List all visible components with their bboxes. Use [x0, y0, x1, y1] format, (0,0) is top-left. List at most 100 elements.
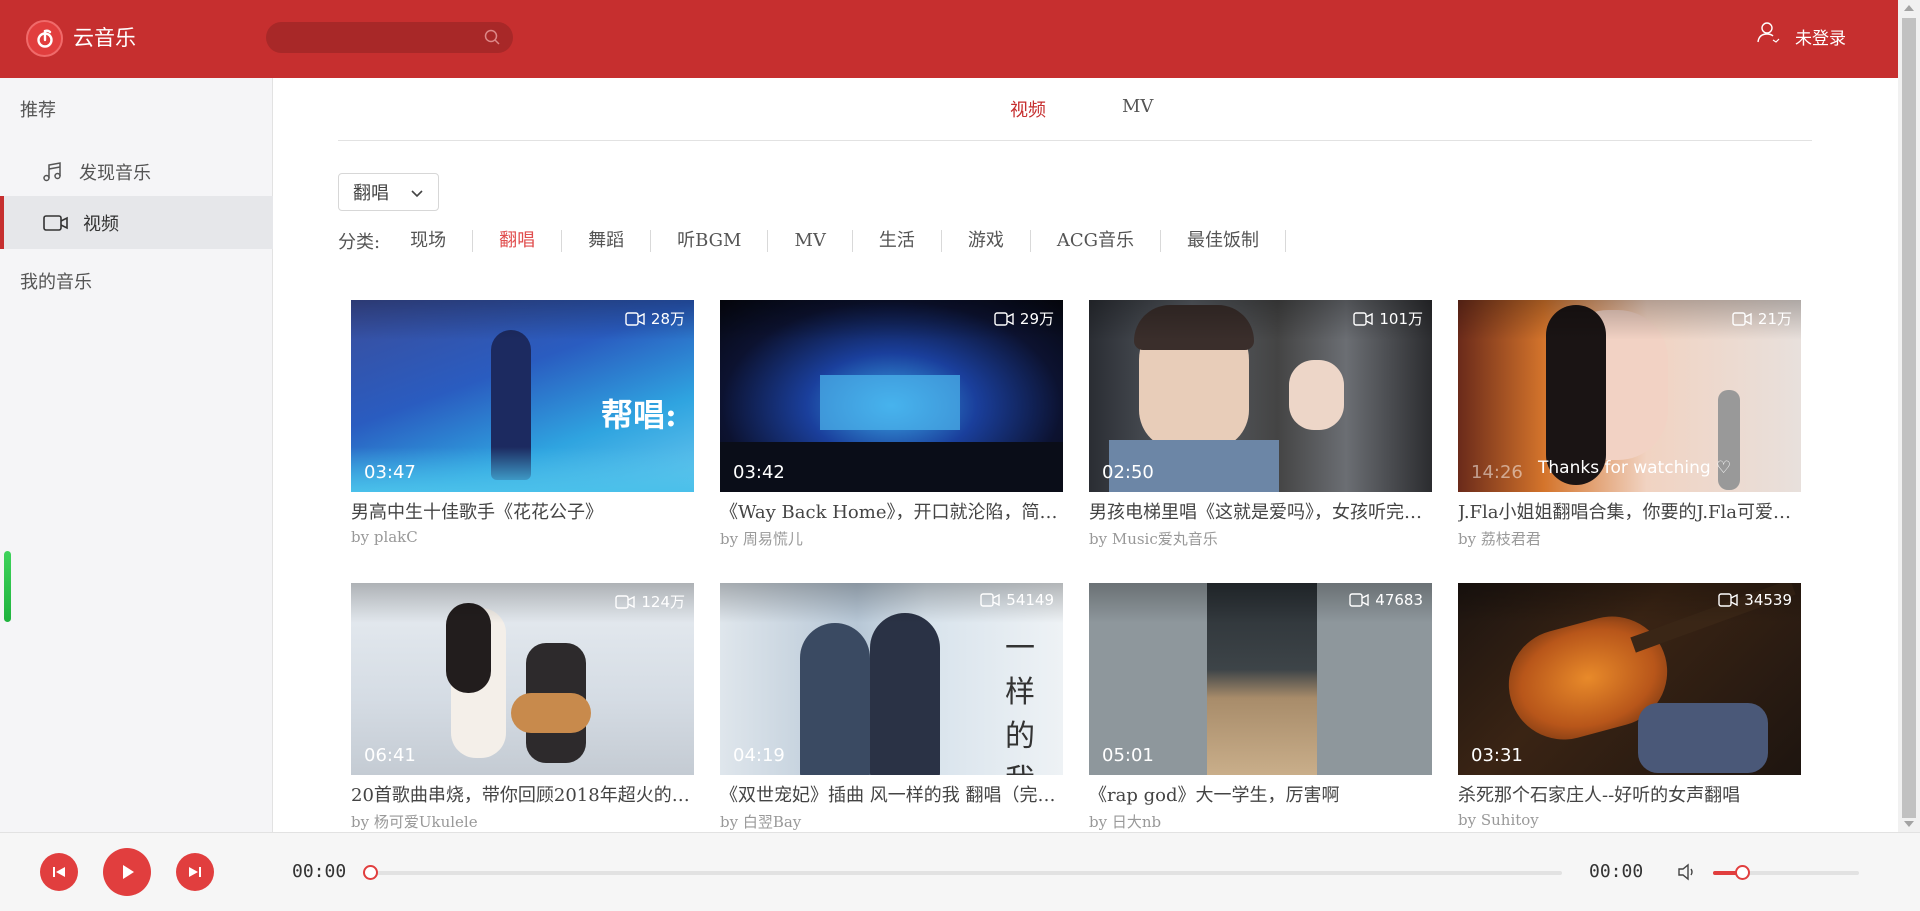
scroll-down-arrow-icon[interactable]: [1904, 821, 1914, 827]
category-acg[interactable]: ACG音乐: [1031, 230, 1162, 252]
video-thumbnail[interactable]: 124万 06:41: [351, 583, 694, 775]
play-count: 21万: [1732, 308, 1792, 329]
video-author[interactable]: by Suhitoy: [1458, 811, 1801, 829]
video-duration: 04:19: [733, 745, 785, 766]
category-game[interactable]: 游戏: [942, 230, 1031, 252]
video-thumbnail[interactable]: 一样的我 54149 04:19: [720, 583, 1063, 775]
video-tabs: 视频 MV: [338, 78, 1812, 141]
video-title[interactable]: J.Fla小姐姐翻唱合集，你要的J.Fla可爱翻唱都在这: [1458, 498, 1801, 524]
video-duration: 03:47: [364, 462, 416, 483]
sidebar-item-label: 发现音乐: [79, 162, 151, 184]
video-card[interactable]: 34539 03:31 杀死那个石家庄人--好听的女声翻唱 by Suhitoy: [1458, 583, 1801, 829]
video-author[interactable]: by plakC: [351, 528, 694, 546]
video-thumbnail[interactable]: 帮唱: 28万 03:47: [351, 300, 694, 492]
play-count: 54149: [980, 591, 1054, 609]
sidebar-section-my-music[interactable]: 我的音乐: [20, 268, 92, 294]
skip-back-icon: [53, 867, 65, 877]
video-camera-icon: [41, 214, 71, 232]
video-thumbnail[interactable]: 101万 02:50: [1089, 300, 1432, 492]
video-title[interactable]: 《Way Back Home》，开口就沦陷，简直太好听了: [720, 498, 1063, 524]
video-camera-icon: [1349, 593, 1369, 607]
category-live[interactable]: 现场: [410, 230, 474, 252]
volume-icon[interactable]: [1677, 863, 1697, 885]
category-bgm[interactable]: 听BGM: [651, 230, 769, 252]
category-cover[interactable]: 翻唱: [473, 230, 563, 252]
netease-logo-icon[interactable]: [26, 20, 63, 57]
play-icon: [123, 865, 134, 879]
sidebar-item-label: 视频: [83, 213, 119, 235]
video-duration: 05:01: [1102, 745, 1154, 766]
sidebar-item-video[interactable]: 视频: [0, 196, 273, 249]
video-camera-icon: [625, 311, 645, 326]
search-input[interactable]: [266, 22, 513, 53]
video-card[interactable]: 124万 06:41 20首歌曲串烧，带你回顾2018年超火的抖音神曲 by 杨…: [351, 583, 694, 832]
player-bar: 00:00 00:00: [0, 832, 1920, 911]
scrollbar-thumb[interactable]: [1902, 18, 1916, 818]
category-mv[interactable]: MV: [768, 230, 853, 252]
login-link[interactable]: 未登录: [1795, 24, 1846, 49]
video-card[interactable]: 101万 02:50 男孩电梯里唱《这就是爱吗》，女孩听完的反应 by Musi…: [1089, 300, 1432, 549]
video-title[interactable]: 20首歌曲串烧，带你回顾2018年超火的抖音神曲: [351, 781, 694, 807]
previous-button[interactable]: [40, 853, 78, 891]
user-icon[interactable]: [1756, 20, 1782, 50]
play-count: 47683: [1349, 591, 1423, 609]
category-dance[interactable]: 舞蹈: [562, 230, 652, 252]
video-card[interactable]: 47683 05:01 《rap god》大一学生，厉害啊 by 日大nb: [1089, 583, 1432, 832]
video-camera-icon: [994, 311, 1014, 326]
video-thumbnail[interactable]: Thanks for watching ♡ 21万 14:26: [1458, 300, 1801, 492]
video-camera-icon: [1718, 593, 1738, 607]
video-author[interactable]: by Music爱丸音乐: [1089, 528, 1432, 549]
progress-knob[interactable]: [363, 865, 378, 880]
scroll-up-arrow-icon[interactable]: [1904, 5, 1914, 11]
volume-slider[interactable]: [1713, 865, 1859, 880]
play-count: 28万: [625, 308, 685, 329]
current-time: 00:00: [292, 861, 347, 882]
video-author[interactable]: by 白翌Bay: [720, 811, 1063, 832]
tab-video[interactable]: 视频: [1010, 96, 1046, 122]
play-count: 124万: [615, 591, 685, 612]
progress-bar[interactable]: [363, 865, 1562, 880]
active-tab-underline: [990, 61, 1065, 63]
volume-knob[interactable]: [1735, 865, 1751, 880]
side-scroll-indicator[interactable]: [4, 551, 11, 622]
play-count: 34539: [1718, 591, 1792, 609]
category-dropdown[interactable]: 翻唱: [338, 173, 439, 211]
video-card[interactable]: 一样的我 54149 04:19 《双世宠妃》插曲 风一样的我 翻唱（完整版） …: [720, 583, 1063, 832]
category-life[interactable]: 生活: [853, 230, 942, 252]
video-author[interactable]: by 周易慌儿: [720, 528, 1063, 549]
video-card[interactable]: 帮唱: 28万 03:47 男高中生十佳歌手《花花公子》 by plakC: [351, 300, 694, 546]
dropdown-value: 翻唱: [353, 183, 389, 204]
play-button[interactable]: [103, 848, 151, 896]
category-best-fan-made[interactable]: 最佳饭制: [1161, 230, 1287, 252]
video-author[interactable]: by 日大nb: [1089, 811, 1432, 832]
total-time: 00:00: [1589, 861, 1644, 882]
sidebar-item-discover-music[interactable]: 发现音乐: [0, 145, 273, 198]
video-title[interactable]: 男高中生十佳歌手《花花公子》: [351, 498, 694, 524]
video-title[interactable]: 杀死那个石家庄人--好听的女声翻唱: [1458, 781, 1801, 807]
video-card[interactable]: Thanks for watching ♡ 21万 14:26 J.Fla小姐姐…: [1458, 300, 1801, 549]
next-button[interactable]: [176, 853, 214, 891]
video-duration: 03:42: [733, 462, 785, 483]
category-bar: 分类: 现场 翻唱 舞蹈 听BGM MV 生活 游戏 ACG音乐 最佳饭制: [338, 229, 1287, 253]
video-thumbnail[interactable]: 47683 05:01: [1089, 583, 1432, 775]
video-camera-icon: [980, 593, 1000, 607]
video-camera-icon: [1353, 311, 1374, 326]
video-card[interactable]: 29万 03:42 《Way Back Home》，开口就沦陷，简直太好听了 b…: [720, 300, 1063, 549]
category-label: 分类:: [338, 232, 381, 253]
skip-forward-icon: [189, 867, 201, 877]
video-title[interactable]: 男孩电梯里唱《这就是爱吗》，女孩听完的反应: [1089, 498, 1432, 524]
video-author[interactable]: by 荔枝君君: [1458, 528, 1801, 549]
tab-mv[interactable]: MV: [1122, 96, 1153, 117]
top-bar: 云音乐 未登录: [0, 0, 1920, 78]
video-title[interactable]: 《rap god》大一学生，厉害啊: [1089, 781, 1432, 807]
vertical-scrollbar[interactable]: [1898, 0, 1920, 832]
video-title[interactable]: 《双世宠妃》插曲 风一样的我 翻唱（完整版）: [720, 781, 1063, 807]
video-camera-icon: [615, 594, 636, 609]
video-thumbnail[interactable]: 34539 03:31: [1458, 583, 1801, 775]
play-count: 29万: [994, 308, 1054, 329]
video-author[interactable]: by 杨可爱Ukulele: [351, 811, 694, 832]
video-duration: 14:26: [1471, 462, 1523, 483]
search-icon[interactable]: [483, 28, 501, 50]
video-thumbnail[interactable]: 29万 03:42: [720, 300, 1063, 492]
sidebar: 推荐 发现音乐 视频 我的音乐: [0, 78, 273, 832]
